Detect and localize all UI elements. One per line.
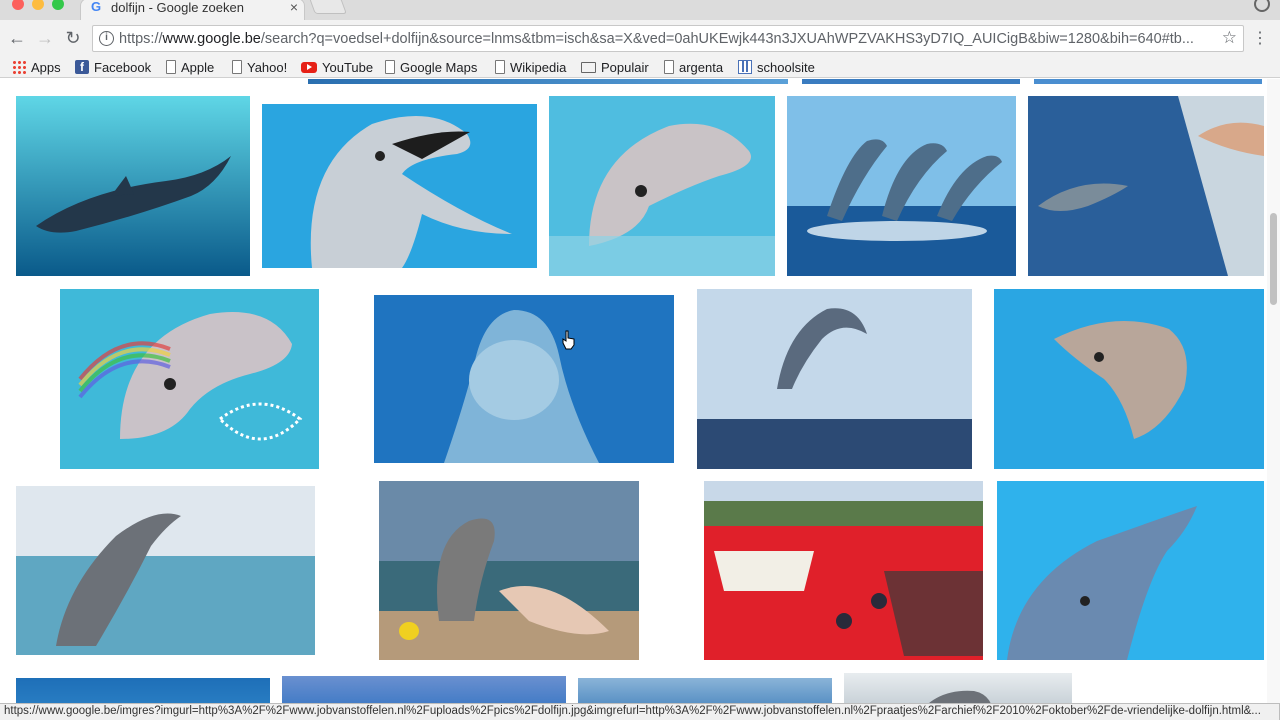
bookmark-star-icon[interactable]: ☆ xyxy=(1222,28,1237,48)
dolphin-facing-camera-image xyxy=(374,295,674,463)
bookmark-label: schoolsite xyxy=(757,59,815,75)
image-result-partial[interactable] xyxy=(308,79,788,84)
back-button[interactable]: ← xyxy=(6,27,28,49)
tab-active[interactable]: G dolfijn - Google zoeken × xyxy=(80,0,305,20)
bookmark-label: Facebook xyxy=(94,59,152,75)
tab-close-icon[interactable]: × xyxy=(290,0,298,15)
url-path: /search?q=voedsel+dolfijn&source=lnms&tb… xyxy=(260,31,1194,47)
address-bar[interactable]: i https://www.google.be/search?q=voedsel… xyxy=(92,25,1244,52)
maximize-window-icon[interactable] xyxy=(52,0,64,10)
minimize-window-icon[interactable] xyxy=(32,0,44,10)
jumping-dolphins-image xyxy=(787,96,1016,276)
dolphin-pool-image xyxy=(1028,96,1264,276)
folder-icon xyxy=(581,61,596,73)
schoolsite-icon xyxy=(738,60,752,74)
bookmark-label: Apple xyxy=(181,59,215,75)
bookmark-wikipedia[interactable]: Wikipedia xyxy=(495,58,566,76)
forward-button[interactable]: → xyxy=(34,27,56,49)
reload-button[interactable]: ↻ xyxy=(62,27,84,49)
bookmark-argenta[interactable]: argenta xyxy=(664,58,723,76)
dolphin-swimming-pool-image xyxy=(994,289,1264,469)
scrollbar-thumb[interactable] xyxy=(1270,213,1277,305)
image-results-grid xyxy=(0,79,1280,720)
url-host: www.google.be xyxy=(162,31,261,47)
image-result-11[interactable] xyxy=(379,481,639,660)
tab-strip: G dolfijn - Google zoeken × xyxy=(0,0,1280,20)
image-result-5[interactable] xyxy=(1028,96,1264,276)
image-result-partial[interactable] xyxy=(1034,79,1262,84)
bookmark-label: Apps xyxy=(31,59,61,75)
close-window-icon[interactable] xyxy=(12,0,24,10)
browser-menu-icon[interactable]: ⋮ xyxy=(1252,28,1268,48)
dolphin-open-mouth-image xyxy=(262,104,537,268)
dolphin-closeup-image xyxy=(997,481,1264,660)
facebook-icon: f xyxy=(75,60,89,74)
browser-toolbar: ← → ↻ i https://www.google.be/search?q=v… xyxy=(0,20,1280,56)
apps-grid-icon xyxy=(12,60,26,74)
bookmark-apple[interactable]: Apple xyxy=(166,58,214,76)
dolphin-rainbow-image xyxy=(60,289,319,469)
page-icon xyxy=(385,60,395,74)
bookmarks-bar: Apps f Facebook Apple Yahoo! YouTube Goog… xyxy=(0,56,1280,78)
image-result-4[interactable] xyxy=(787,96,1016,276)
image-result-partial[interactable] xyxy=(802,79,1020,84)
bookmark-label: Wikipedia xyxy=(510,59,567,75)
page-scrollbar[interactable] xyxy=(1267,79,1280,720)
new-tab-button[interactable] xyxy=(309,0,347,14)
bookmark-label: Populair xyxy=(601,59,649,75)
image-result-2[interactable] xyxy=(262,104,537,268)
bookmark-youtube[interactable]: YouTube xyxy=(301,58,373,76)
profile-icon[interactable] xyxy=(1254,0,1270,12)
dolphin-jumping-out-image xyxy=(16,486,315,655)
bookmark-yahoo[interactable]: Yahoo! xyxy=(232,58,287,76)
image-result-13[interactable] xyxy=(997,481,1264,660)
bookmark-populair[interactable]: Populair xyxy=(581,58,649,76)
tab-title: dolfijn - Google zoeken xyxy=(111,0,244,15)
dolphin-painting-beach-image xyxy=(379,481,639,660)
bookmark-facebook[interactable]: f Facebook xyxy=(75,58,151,76)
dolphin-underwater-image xyxy=(16,96,250,276)
info-icon[interactable]: i xyxy=(99,31,114,46)
image-result-6[interactable] xyxy=(60,289,319,469)
dolphin-hunt-red-sea-image xyxy=(704,481,983,660)
url-scheme: https:// xyxy=(119,31,163,47)
image-result-1[interactable] xyxy=(16,96,250,276)
youtube-icon xyxy=(301,61,317,73)
bookmark-label: argenta xyxy=(679,59,724,75)
page-icon xyxy=(495,60,505,74)
hand-cursor-icon xyxy=(562,330,575,350)
page-icon xyxy=(232,60,242,74)
page-icon xyxy=(664,60,674,74)
dolphin-head-image xyxy=(549,96,775,276)
bookmark-google-maps[interactable]: Google Maps xyxy=(385,58,477,76)
url-text[interactable]: https://www.google.be/search?q=voedsel+d… xyxy=(119,31,1209,47)
google-favicon-icon: G xyxy=(91,0,102,14)
image-result-7[interactable] xyxy=(374,295,674,463)
image-result-3[interactable] xyxy=(549,96,775,276)
image-result-9[interactable] xyxy=(994,289,1264,469)
bookmark-label: YouTube xyxy=(322,59,374,75)
image-result-8[interactable] xyxy=(697,289,972,469)
bookmark-apps[interactable]: Apps xyxy=(12,58,61,76)
status-bar-url: https://www.google.be/imgres?imgurl=http… xyxy=(0,703,1280,720)
dolphin-leap-sky-image xyxy=(697,289,972,469)
bookmark-label: Google Maps xyxy=(400,59,478,75)
image-result-10[interactable] xyxy=(16,486,315,655)
bookmark-schoolsite[interactable]: schoolsite xyxy=(738,58,815,76)
image-result-12[interactable] xyxy=(704,481,983,660)
page-icon xyxy=(166,60,176,74)
bookmark-label: Yahoo! xyxy=(247,59,288,75)
